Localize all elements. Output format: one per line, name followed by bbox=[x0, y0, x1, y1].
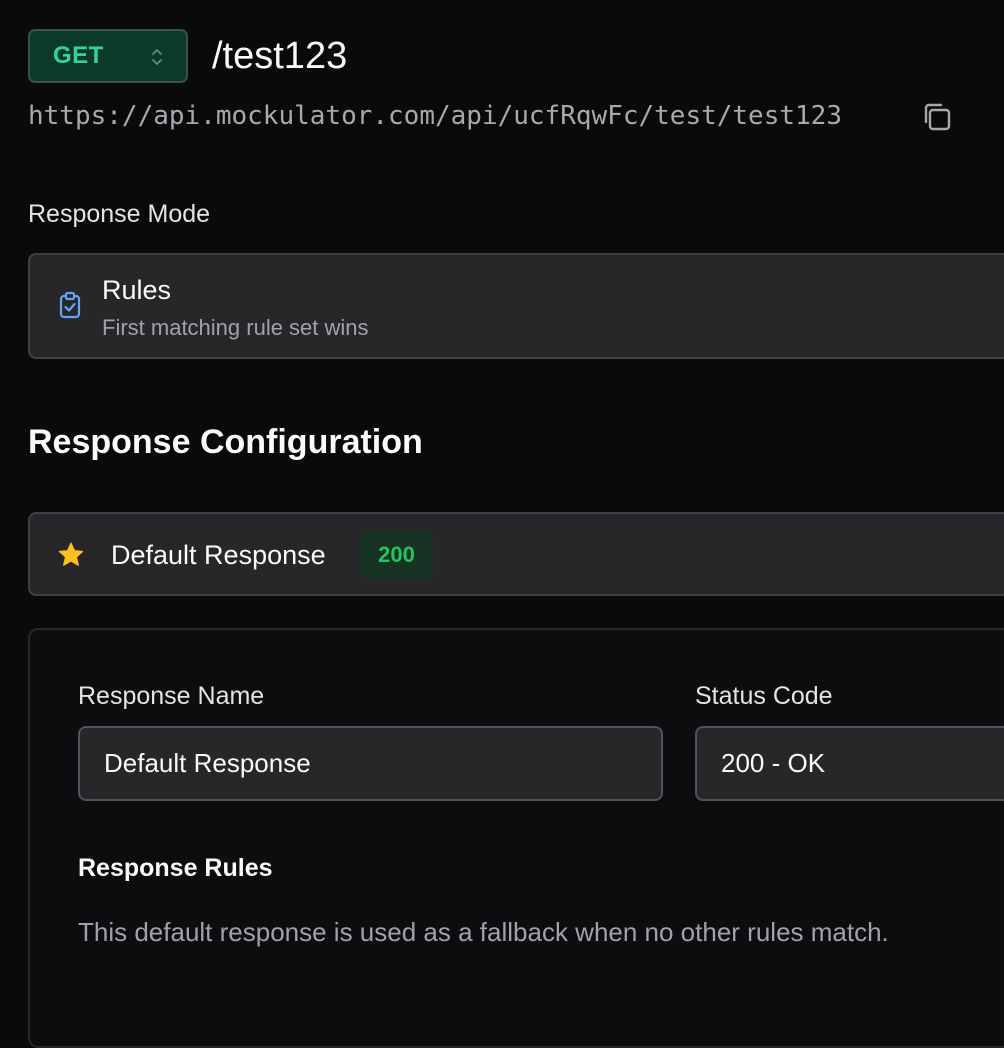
status-code-value: 200 - OK bbox=[721, 748, 826, 778]
default-response-item[interactable]: Default Response 200 bbox=[28, 512, 1004, 596]
status-badge: 200 bbox=[360, 531, 433, 579]
response-mode-selector[interactable]: Rules First matching rule set wins bbox=[28, 253, 1004, 359]
star-icon bbox=[58, 542, 84, 566]
status-code-select[interactable]: 200 - OK bbox=[695, 726, 1004, 801]
method-select[interactable]: GET bbox=[28, 29, 188, 83]
response-name-label: Response Name bbox=[78, 682, 265, 710]
chevron-up-down-icon bbox=[152, 49, 162, 65]
response-mode-title: Rules bbox=[102, 275, 172, 305]
response-mode-label: Response Mode bbox=[28, 200, 211, 228]
clipboard-check-icon bbox=[59, 291, 81, 319]
copy-icon[interactable] bbox=[921, 101, 953, 133]
status-code-label: Status Code bbox=[695, 682, 833, 710]
method-label: GET bbox=[53, 42, 104, 69]
default-response-title: Default Response bbox=[111, 540, 326, 570]
endpoint-url: https://api.mockulator.com/api/ucfRqwFc/… bbox=[28, 101, 842, 131]
response-name-input[interactable] bbox=[78, 726, 663, 801]
endpoint-path: /test123 bbox=[212, 35, 348, 77]
response-rules-label: Response Rules bbox=[78, 854, 273, 882]
response-rules-help-text: This default response is used as a fallb… bbox=[78, 917, 889, 947]
response-configuration-heading: Response Configuration bbox=[28, 423, 423, 461]
response-mode-description: First matching rule set wins bbox=[102, 315, 369, 340]
